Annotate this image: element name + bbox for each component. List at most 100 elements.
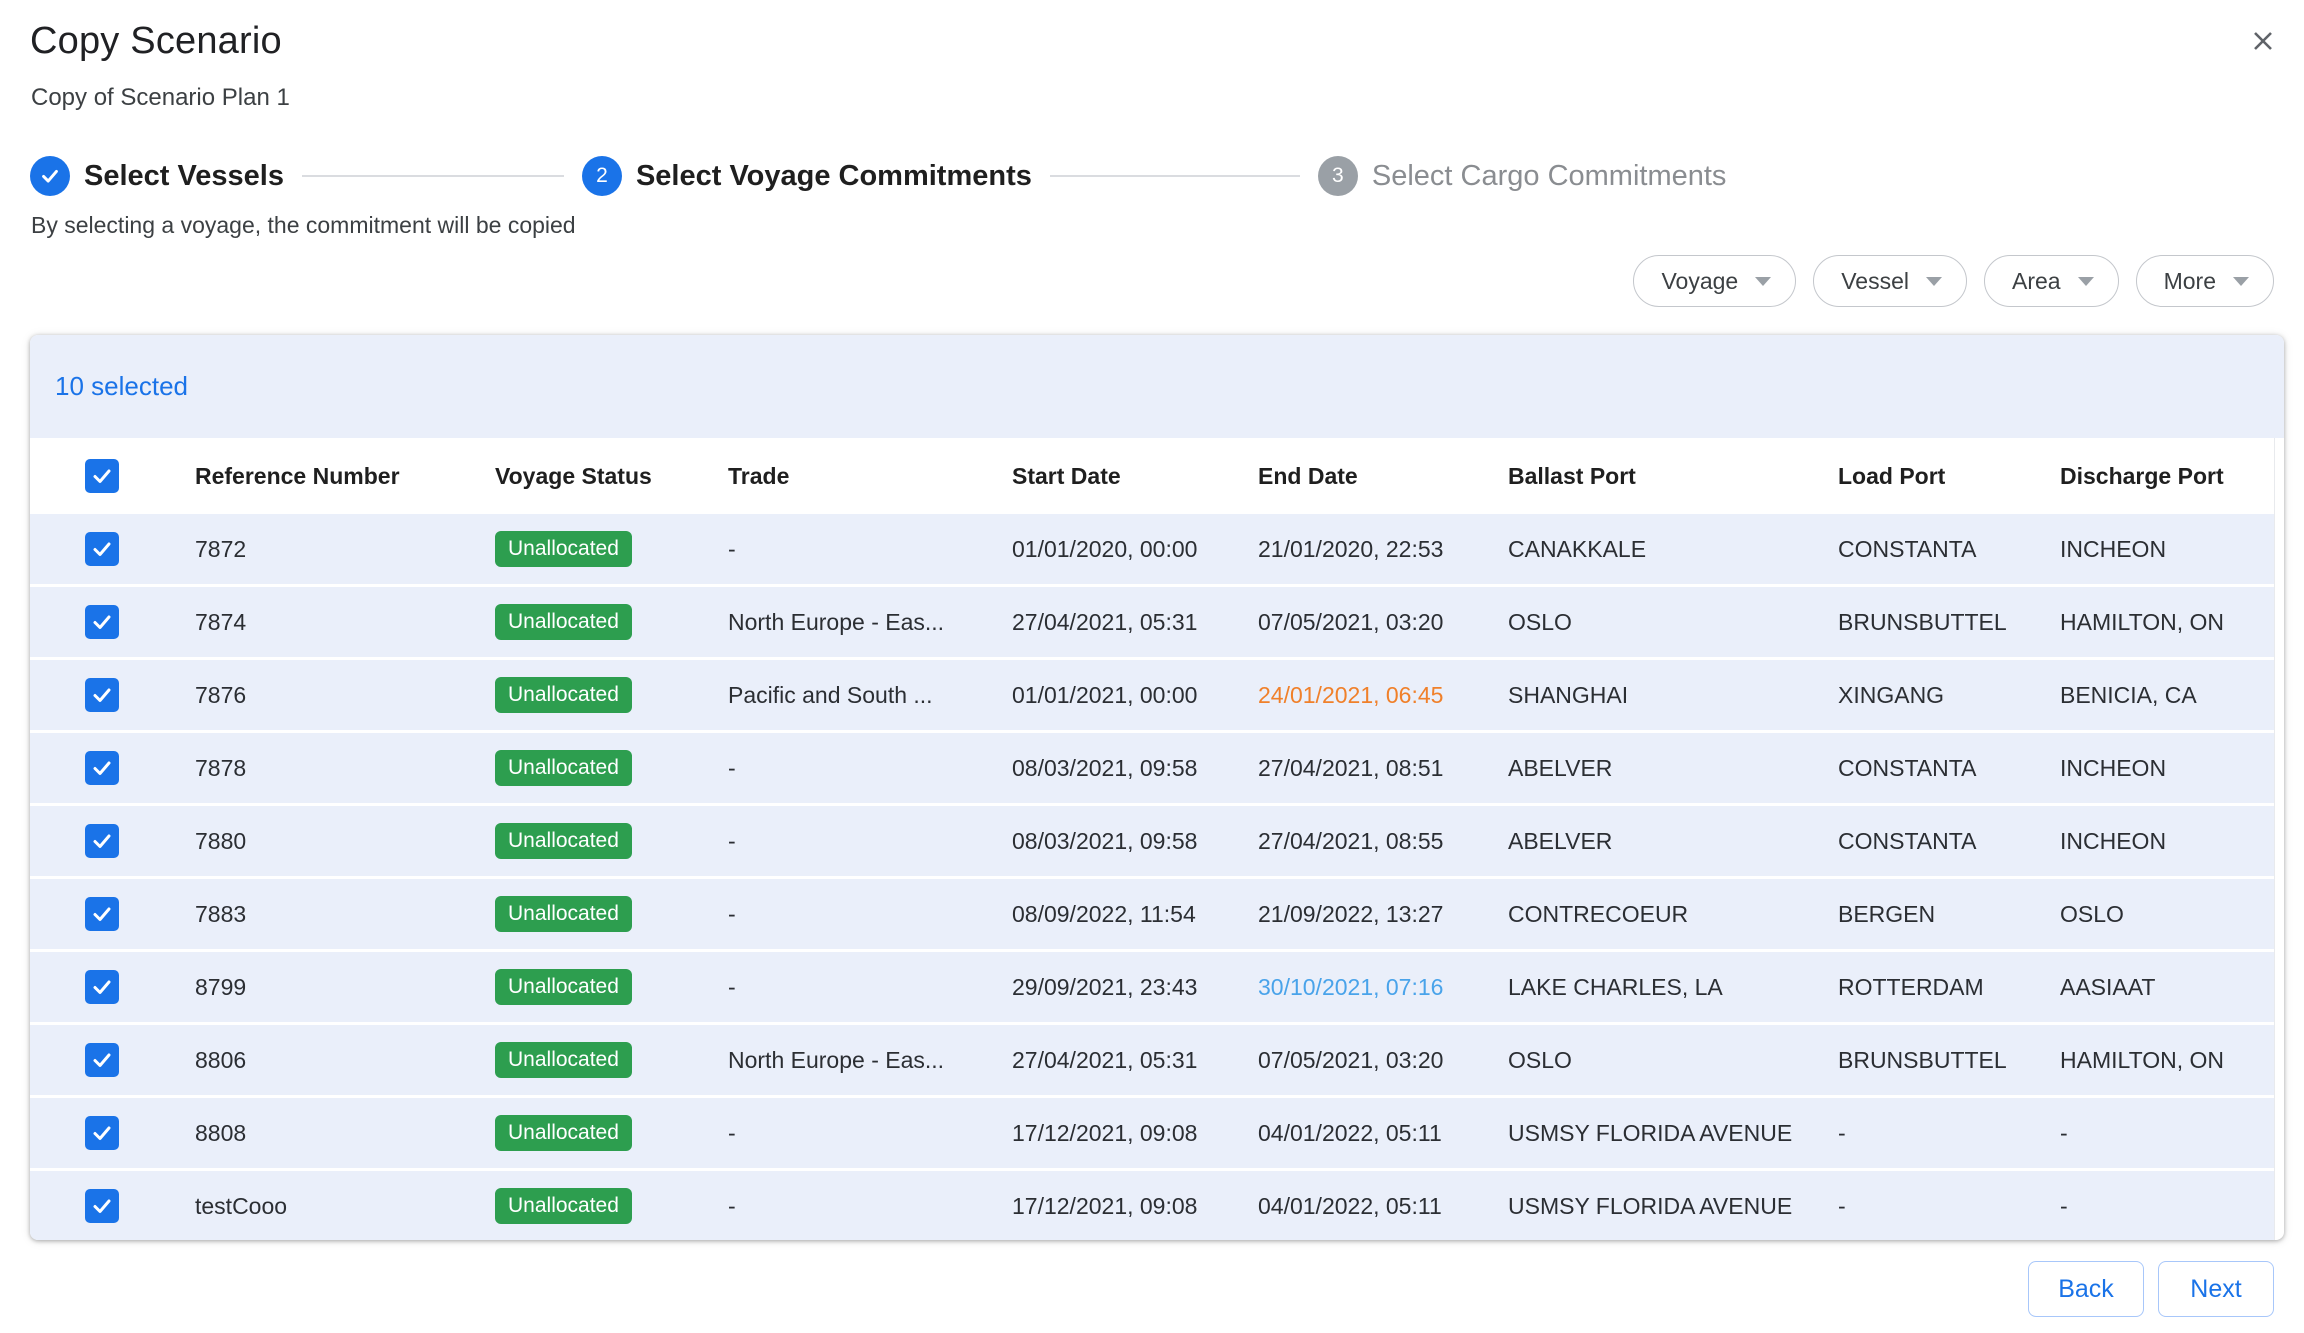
table-row[interactable]: 8799 Unallocated - 29/09/2021, 23:43 30/…: [30, 952, 2275, 1025]
table-row[interactable]: 7874 Unallocated North Europe - Eas... 2…: [30, 587, 2275, 660]
table-row[interactable]: 7880 Unallocated - 08/03/2021, 09:58 27/…: [30, 806, 2275, 879]
cell-discharge-port: HAMILTON, ON: [2060, 1047, 2275, 1074]
cell-end-date: 27/04/2021, 08:55: [1258, 828, 1508, 855]
row-checkbox[interactable]: [85, 970, 119, 1004]
filter-label: Voyage: [1661, 268, 1738, 295]
column-header-end-date: End Date: [1258, 463, 1508, 490]
cell-voyage-status: Unallocated: [495, 604, 728, 640]
filter-label: Area: [2012, 268, 2061, 295]
table-row[interactable]: 8806 Unallocated North Europe - Eas... 2…: [30, 1025, 2275, 1098]
row-checkbox[interactable]: [85, 751, 119, 785]
row-checkbox[interactable]: [85, 605, 119, 639]
cell-reference-number: 7874: [195, 609, 495, 636]
close-button[interactable]: [2242, 20, 2284, 62]
cell-load-port: BERGEN: [1838, 901, 2060, 928]
selected-count: 10 selected: [55, 371, 188, 402]
cell-discharge-port: AASIAAT: [2060, 974, 2275, 1001]
cell-end-date: 04/01/2022, 05:11: [1258, 1120, 1508, 1147]
select-all-checkbox[interactable]: [85, 459, 119, 493]
cell-start-date: 17/12/2021, 09:08: [1012, 1193, 1258, 1220]
cell-end-date: 30/10/2021, 07:16: [1258, 974, 1508, 1001]
table-scrollbar-gutter: [2274, 438, 2275, 1240]
step-label: Select Voyage Commitments: [636, 160, 1032, 193]
cell-trade: -: [728, 536, 1012, 563]
filter-area-button[interactable]: Area: [1984, 255, 2119, 307]
back-button[interactable]: Back: [2028, 1261, 2144, 1317]
table-body: 7872 Unallocated - 01/01/2020, 00:00 21/…: [30, 514, 2284, 1240]
status-badge: Unallocated: [495, 1188, 632, 1224]
cell-load-port: -: [1838, 1193, 2060, 1220]
table-row[interactable]: 8808 Unallocated - 17/12/2021, 09:08 04/…: [30, 1098, 2275, 1171]
table-row[interactable]: 7876 Unallocated Pacific and South ... 0…: [30, 660, 2275, 733]
close-icon: [2247, 25, 2279, 57]
table-row[interactable]: 7883 Unallocated - 08/09/2022, 11:54 21/…: [30, 879, 2275, 952]
cell-ballast-port: USMSY FLORIDA AVENUE: [1508, 1193, 1838, 1220]
checkbox-check-icon: [90, 756, 114, 780]
step-select-voyage-commitments[interactable]: 2 Select Voyage Commitments: [582, 156, 1032, 196]
cell-voyage-status: Unallocated: [495, 969, 728, 1005]
page-subtitle: Copy of Scenario Plan 1: [31, 84, 290, 112]
cell-ballast-port: CONTRECOEUR: [1508, 901, 1838, 928]
stepper: Select Vessels 2 Select Voyage Commitmen…: [30, 156, 1726, 196]
cell-ballast-port: CANAKKALE: [1508, 536, 1838, 563]
status-badge: Unallocated: [495, 677, 632, 713]
step-label: Select Vessels: [84, 160, 284, 193]
cell-ballast-port: OSLO: [1508, 1047, 1838, 1074]
next-button[interactable]: Next: [2158, 1261, 2274, 1317]
cell-start-date: 27/04/2021, 05:31: [1012, 1047, 1258, 1074]
cell-reference-number: 7878: [195, 755, 495, 782]
cell-start-date: 01/01/2020, 00:00: [1012, 536, 1258, 563]
row-checkbox[interactable]: [85, 1043, 119, 1077]
cell-load-port: ROTTERDAM: [1838, 974, 2060, 1001]
cell-reference-number: 7883: [195, 901, 495, 928]
row-checkbox[interactable]: [85, 1116, 119, 1150]
row-checkbox[interactable]: [85, 678, 119, 712]
cell-start-date: 27/04/2021, 05:31: [1012, 609, 1258, 636]
cell-voyage-status: Unallocated: [495, 823, 728, 859]
checkbox-check-icon: [90, 829, 114, 853]
cell-checkbox: [30, 751, 195, 785]
filter-vessel-button[interactable]: Vessel: [1813, 255, 1967, 307]
column-header-start-date: Start Date: [1012, 463, 1258, 490]
checkbox-check-icon: [90, 537, 114, 561]
cell-end-date: 07/05/2021, 03:20: [1258, 1047, 1508, 1074]
table-row[interactable]: testCooo Unallocated - 17/12/2021, 09:08…: [30, 1171, 2275, 1240]
cell-end-date: 21/09/2022, 13:27: [1258, 901, 1508, 928]
cell-discharge-port: -: [2060, 1193, 2275, 1220]
cell-reference-number: 7872: [195, 536, 495, 563]
checkbox-check-icon: [90, 610, 114, 634]
row-checkbox[interactable]: [85, 1189, 119, 1223]
step-select-vessels[interactable]: Select Vessels: [30, 156, 284, 196]
cell-reference-number: 8806: [195, 1047, 495, 1074]
step-connector: [302, 175, 564, 177]
cell-discharge-port: BENICIA, CA: [2060, 682, 2275, 709]
filter-voyage-button[interactable]: Voyage: [1633, 255, 1796, 307]
cell-trade: -: [728, 901, 1012, 928]
cell-discharge-port: INCHEON: [2060, 755, 2275, 782]
cell-checkbox: [30, 1043, 195, 1077]
cell-checkbox: [30, 605, 195, 639]
table-row[interactable]: 7872 Unallocated - 01/01/2020, 00:00 21/…: [30, 514, 2275, 587]
column-header-reference-number: Reference Number: [195, 463, 495, 490]
checkbox-check-icon: [90, 683, 114, 707]
cell-trade: -: [728, 828, 1012, 855]
cell-ballast-port: SHANGHAI: [1508, 682, 1838, 709]
cell-end-date: 04/01/2022, 05:11: [1258, 1193, 1508, 1220]
selection-summary-bar: 10 selected: [30, 335, 2284, 438]
row-checkbox[interactable]: [85, 532, 119, 566]
column-header-load-port: Load Port: [1838, 463, 2060, 490]
row-checkbox[interactable]: [85, 824, 119, 858]
table-row[interactable]: 7878 Unallocated - 08/03/2021, 09:58 27/…: [30, 733, 2275, 806]
status-badge: Unallocated: [495, 604, 632, 640]
cell-trade: -: [728, 1193, 1012, 1220]
step-select-cargo-commitments[interactable]: 3 Select Cargo Commitments: [1318, 156, 1727, 196]
filter-more-button[interactable]: More: [2136, 255, 2274, 307]
column-header-ballast-port: Ballast Port: [1508, 463, 1838, 490]
column-header-voyage-status: Voyage Status: [495, 463, 728, 490]
cell-end-date: 21/01/2020, 22:53: [1258, 536, 1508, 563]
cell-load-port: CONSTANTA: [1838, 755, 2060, 782]
cell-ballast-port: ABELVER: [1508, 755, 1838, 782]
row-checkbox[interactable]: [85, 897, 119, 931]
status-badge: Unallocated: [495, 969, 632, 1005]
cell-ballast-port: ABELVER: [1508, 828, 1838, 855]
